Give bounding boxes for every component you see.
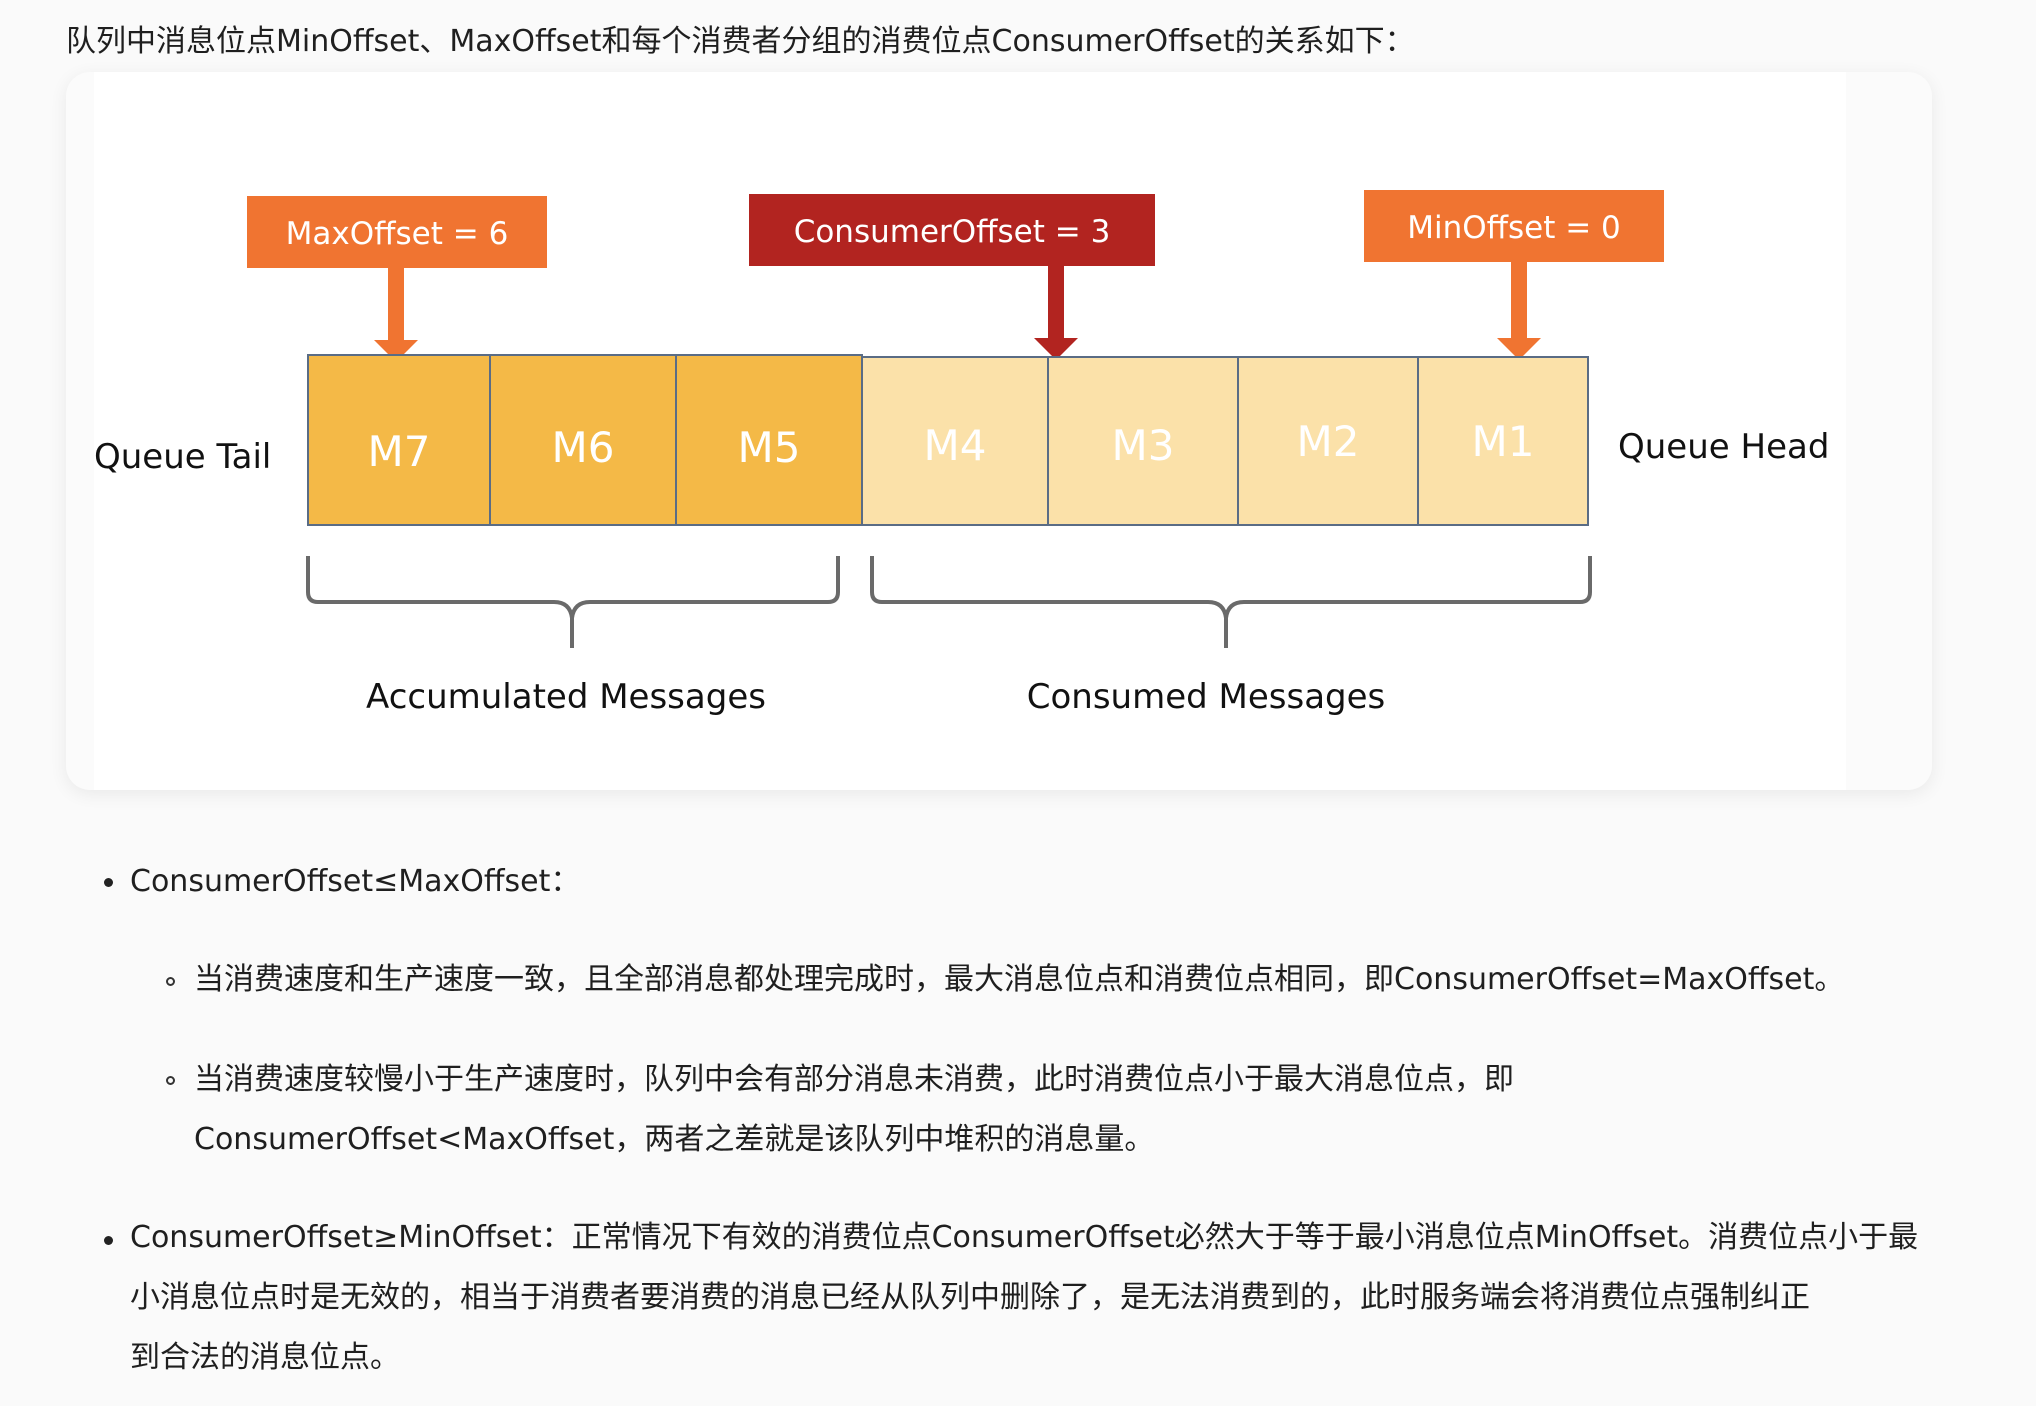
sub-bullet-circle-1 [166, 977, 175, 986]
message-queue: M7 M6 M5 M4 M3 M2 M1 [307, 354, 1589, 526]
sub-bullet-circle-2 [166, 1076, 175, 1085]
figure-canvas: MaxOffset = 6 ConsumerOffset = 3 MinOffs… [94, 72, 1846, 790]
sub-bullet-2-line-2: ConsumerOffset<MaxOffset，两者之差就是该队列中堆积的消息… [194, 1122, 1155, 1157]
cell-label-m3: M3 [1112, 421, 1175, 470]
intro-text: 队列中消息位点MinOffset、MaxOffset和每个消费者分组的消费位点C… [66, 24, 1415, 59]
cell-label-m6: M6 [552, 423, 615, 472]
bullet-dot-1 [104, 878, 113, 887]
bullet-2-line-3: 到合法的消息位点。 [130, 1340, 400, 1375]
cell-label-m5: M5 [738, 423, 801, 472]
cell-label-m2: M2 [1297, 417, 1360, 466]
bullet-dot-2 [104, 1236, 113, 1245]
consumer-offset-arrow [1034, 266, 1078, 360]
cell-label-m7: M7 [368, 427, 431, 476]
max-offset-arrow [374, 268, 418, 362]
bullet-2-line-2: 小消息位点时是无效的，相当于消费者要消费的消息已经从队列中删除了，是无法消费到的… [130, 1280, 1810, 1315]
max-offset-label: MaxOffset = 6 [286, 216, 509, 252]
sub-bullet-1-text: 当消费速度和生产速度一致，且全部消息都处理完成时，最大消息位点和消费位点相同，即… [194, 962, 1845, 997]
bullet-1-text: ConsumerOffset≤MaxOffset： [130, 864, 581, 899]
bullet-2-line-1: ConsumerOffset≥MinOffset：正常情况下有效的消费位点Con… [130, 1220, 1919, 1255]
min-offset-arrow [1497, 262, 1541, 360]
cell-label-m4: M4 [924, 421, 987, 470]
accumulated-label: Accumulated Messages [366, 677, 766, 717]
consumed-label: Consumed Messages [1027, 677, 1386, 717]
figure-card: MaxOffset = 6 ConsumerOffset = 3 MinOffs… [66, 72, 1932, 790]
queue-head-label: Queue Head [1618, 427, 1829, 467]
offset-diagram: MaxOffset = 6 ConsumerOffset = 3 MinOffs… [94, 190, 1829, 717]
min-offset-label: MinOffset = 0 [1407, 210, 1621, 246]
queue-tail-label: Queue Tail [94, 437, 271, 477]
cell-label-m1: M1 [1472, 417, 1535, 466]
consumer-offset-label: ConsumerOffset = 3 [794, 214, 1111, 250]
accumulated-brace [306, 556, 840, 648]
consumed-brace [870, 556, 1592, 648]
sub-bullet-2-line-1: 当消费速度较慢小于生产速度时，队列中会有部分消息未消费，此时消费位点小于最大消息… [194, 1062, 1514, 1097]
